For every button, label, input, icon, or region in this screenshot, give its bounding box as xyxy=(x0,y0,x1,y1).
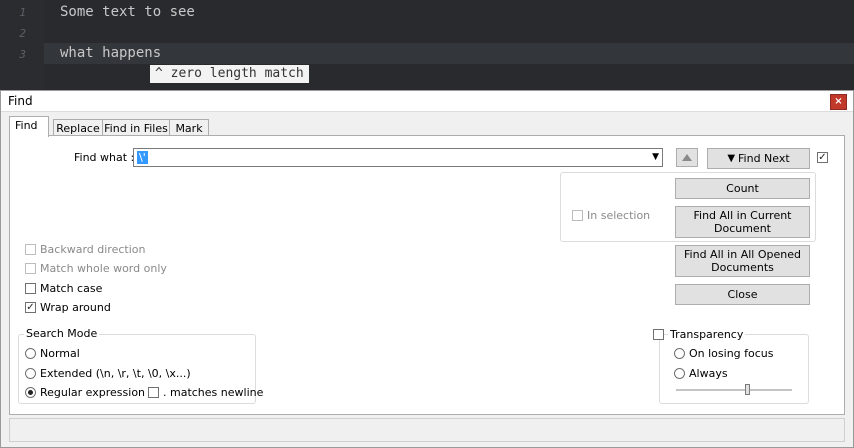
normal-mode-radio[interactable] xyxy=(25,348,36,359)
close-button[interactable]: Close xyxy=(675,284,810,305)
find-all-opened-button[interactable]: Find All in All Opened Documents xyxy=(675,245,810,277)
find-what-label: Find what : xyxy=(74,151,135,164)
on-losing-focus-label: On losing focus xyxy=(689,347,774,360)
match-whole-word-checkbox[interactable] xyxy=(25,263,36,274)
line-number: 2 xyxy=(19,27,26,40)
matches-newline-checkbox[interactable] xyxy=(148,387,159,398)
find-what-value: \' xyxy=(137,151,148,164)
chevron-down-icon[interactable]: ▼ xyxy=(652,152,659,162)
matches-newline-label: . matches newline xyxy=(163,386,264,399)
find-all-current-button[interactable]: Find All in Current Document xyxy=(675,206,810,238)
arrow-up-icon xyxy=(682,154,692,161)
backward-direction-checkbox[interactable] xyxy=(25,244,36,255)
always-label: Always xyxy=(689,367,728,380)
find-next-button[interactable]: ▼ Find Next xyxy=(707,148,810,169)
extended-mode-label: Extended (\n, \r, \t, \0, \x...) xyxy=(40,367,191,380)
match-tooltip: ^ zero length match xyxy=(150,65,309,83)
current-line-highlight xyxy=(44,43,854,64)
transparency-slider-thumb[interactable] xyxy=(745,384,750,395)
dialog-titlebar[interactable]: Find × xyxy=(1,91,853,112)
search-up-button[interactable] xyxy=(676,148,698,167)
on-losing-focus-radio[interactable] xyxy=(674,348,685,359)
in-selection-label: In selection xyxy=(587,209,651,222)
in-selection-checkbox[interactable] xyxy=(572,210,583,221)
code-line[interactable]: Some text to see xyxy=(60,4,195,20)
count-button[interactable]: Count xyxy=(675,178,810,199)
wrap-around-label: Wrap around xyxy=(40,301,111,314)
arrow-down-icon: ▼ xyxy=(727,153,736,164)
close-icon[interactable]: × xyxy=(830,94,847,110)
transparency-label: Transparency xyxy=(668,328,746,341)
line-number: 3 xyxy=(19,48,26,61)
dialog-title: Find xyxy=(8,94,33,108)
regex-mode-label: Regular expression xyxy=(40,386,146,399)
line-number: 1 xyxy=(19,6,26,19)
always-radio[interactable] xyxy=(674,368,685,379)
normal-mode-label: Normal xyxy=(40,347,80,360)
search-mode-title: Search Mode xyxy=(24,327,100,340)
match-case-label: Match case xyxy=(40,282,103,295)
find-next-label: Find Next xyxy=(738,152,790,165)
status-bar xyxy=(9,418,845,442)
transparency-slider[interactable] xyxy=(676,389,792,391)
match-whole-word-label: Match whole word only xyxy=(40,262,167,275)
editor-area[interactable]: 1 2 3 Some text to see what happens ^ ze… xyxy=(0,0,854,90)
backward-direction-label: Backward direction xyxy=(40,243,146,256)
wrap-around-checkbox[interactable]: ✓ xyxy=(25,302,36,313)
code-line[interactable]: what happens xyxy=(60,45,161,61)
transparency-checkbox[interactable] xyxy=(653,329,664,340)
find-next-option-checkbox[interactable]: ✓ xyxy=(817,152,828,163)
find-what-input[interactable]: \' ▼ xyxy=(133,148,663,167)
extended-mode-radio[interactable] xyxy=(25,368,36,379)
tab-find[interactable]: Find xyxy=(9,116,49,137)
regex-mode-radio[interactable] xyxy=(25,387,36,398)
match-case-checkbox[interactable] xyxy=(25,283,36,294)
